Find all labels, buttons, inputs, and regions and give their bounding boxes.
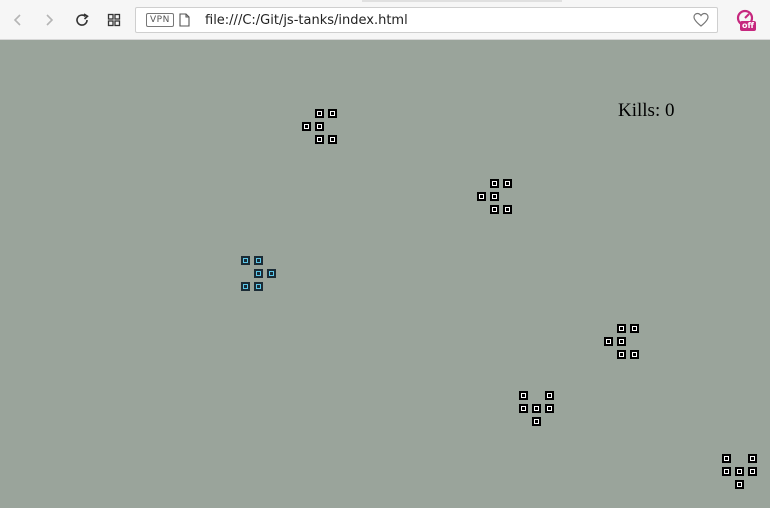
extension-button[interactable]: off — [735, 9, 759, 33]
tab-strip — [362, 0, 562, 2]
tank-block — [241, 282, 250, 291]
tank-block — [545, 404, 554, 413]
address-bar[interactable]: VPN file:///C:/Git/js-tanks/index.html — [135, 7, 718, 33]
file-icon — [179, 13, 190, 27]
tank-block — [532, 417, 541, 426]
tank-block — [241, 256, 250, 265]
speed-dial-icon[interactable] — [102, 8, 126, 32]
tank-block — [617, 337, 626, 346]
enemy-tank — [722, 454, 761, 493]
tank-block — [302, 122, 311, 131]
url-text[interactable]: file:///C:/Git/js-tanks/index.html — [205, 12, 408, 29]
tank-block — [315, 122, 324, 131]
tank-block — [328, 135, 337, 144]
tank-block — [503, 179, 512, 188]
tank-block — [503, 205, 512, 214]
tank-block — [735, 467, 744, 476]
tank-block — [490, 205, 499, 214]
tank-block — [532, 404, 541, 413]
tank-block — [315, 109, 324, 118]
tank-block — [735, 480, 744, 489]
tank-block — [604, 337, 613, 346]
enemy-tank — [519, 391, 558, 430]
enemy-tank — [604, 324, 643, 363]
enemy-tank — [477, 179, 516, 218]
browser-toolbar: VPN file:///C:/Git/js-tanks/index.html o… — [0, 0, 770, 40]
tank-block — [315, 135, 324, 144]
bookmark-heart-icon[interactable] — [693, 12, 709, 28]
tank-block — [617, 324, 626, 333]
tank-block — [519, 404, 528, 413]
tank-block — [722, 454, 731, 463]
tank-block — [519, 391, 528, 400]
tank-block — [254, 256, 263, 265]
extension-off-badge: off — [740, 21, 756, 31]
tank-block — [748, 454, 757, 463]
tank-block — [748, 467, 757, 476]
tank-block — [254, 282, 263, 291]
reload-icon[interactable] — [70, 8, 94, 32]
vpn-badge[interactable]: VPN — [146, 13, 174, 27]
back-icon[interactable] — [6, 8, 30, 32]
kills-counter: Kills: 0 — [618, 100, 675, 121]
tank-block — [328, 109, 337, 118]
tank-block — [617, 350, 626, 359]
tank-block — [477, 192, 486, 201]
tank-block — [254, 269, 263, 278]
tank-block — [630, 350, 639, 359]
player-tank — [241, 256, 280, 295]
forward-icon[interactable] — [37, 8, 61, 32]
tank-block — [630, 324, 639, 333]
tank-block — [722, 467, 731, 476]
tank-block — [267, 269, 276, 278]
tank-block — [490, 179, 499, 188]
tank-block — [545, 391, 554, 400]
game-canvas[interactable]: Kills: 0 — [0, 40, 770, 508]
enemy-tank — [302, 109, 341, 148]
tank-block — [490, 192, 499, 201]
